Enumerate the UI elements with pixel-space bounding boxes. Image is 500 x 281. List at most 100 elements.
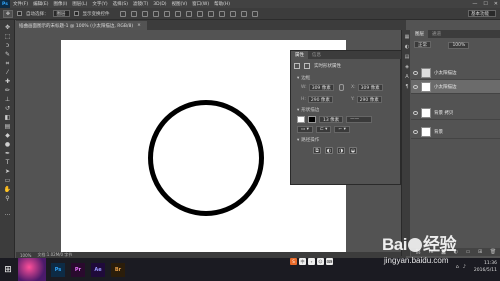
visibility-eye-icon[interactable] [413,70,418,75]
eraser-tool-icon[interactable]: ◧ [3,114,12,121]
circle-stroke-shape[interactable] [148,100,264,216]
visibility-eye-icon[interactable] [413,84,418,89]
distribute-top-icon[interactable] [185,10,192,17]
maximize-icon[interactable]: ☐ [483,1,487,7]
menu-edit[interactable]: 编辑(E) [33,1,48,7]
menu-window[interactable]: 窗口(W) [192,1,209,7]
blur-tool-icon[interactable]: ◆ [3,132,12,139]
zoom-tool-icon[interactable]: ⚲ [3,195,12,202]
swatches-panel-icon[interactable]: ▤ [404,54,410,60]
move-tool-icon[interactable]: ✥ [3,24,12,31]
intersect-shape-icon[interactable]: ◑ [337,147,345,154]
fill-swatch[interactable] [297,116,305,123]
brush-tool-icon[interactable]: ✏ [3,87,12,94]
section-path-ops[interactable]: ▾ 路径操作 [297,137,319,144]
adjustments-panel-icon[interactable]: ◈ [404,64,410,70]
layer-row[interactable]: 背景 拷贝 [411,106,500,120]
layer-row[interactable]: 背景 [411,125,500,139]
stroke-swatch[interactable] [308,116,316,123]
sogou-ime-icon[interactable]: S [290,258,297,265]
minimize-icon[interactable]: — [472,1,477,7]
menu-select[interactable]: 选择(S) [113,1,128,7]
pen-tool-icon[interactable]: ✒ [3,150,12,157]
x-field[interactable]: X: 309 像素 [351,84,383,91]
history-panel-icon[interactable]: ▦ [404,34,410,40]
gradient-tool-icon[interactable]: ▤ [3,123,12,130]
workspace-switcher[interactable]: 基本功能 [468,10,496,17]
align-middle-icon[interactable] [130,10,137,17]
align-center-icon[interactable] [163,10,170,17]
path-select-tool-icon[interactable]: ➤ [3,168,12,175]
color-panel-icon[interactable]: ◐ [404,44,410,50]
align-right-icon[interactable] [174,10,181,17]
auto-select-dropdown[interactable]: 图层 [52,10,70,17]
width-field[interactable]: W: 309 像素 [301,84,334,91]
opacity-field[interactable]: 100% [448,41,470,49]
subtract-shape-icon[interactable]: ◐ [325,147,333,154]
stroke-type-dropdown[interactable]: —— [346,116,373,123]
tab-layers[interactable]: 图层 [411,30,428,38]
menu-file[interactable]: 文件(F) [13,1,28,7]
lasso-tool-icon[interactable]: ↄ [3,42,12,49]
distribute-right-icon[interactable] [240,10,247,17]
crop-tool-icon[interactable]: ⌗ [3,60,12,67]
paragraph-panel-icon[interactable]: ¶ [404,84,410,90]
menu-layer[interactable]: 图层(L) [72,1,87,7]
align-top-icon[interactable] [119,10,126,17]
tab-info[interactable]: 信息 [308,51,325,59]
align-left-icon[interactable] [152,10,159,17]
menu-help[interactable]: 帮助(H) [214,1,230,7]
more-tools-icon[interactable]: … [3,210,12,217]
type-tool-icon[interactable]: T [3,159,12,166]
photoshop-app-icon[interactable]: Ps [51,262,65,277]
height-value[interactable]: 290 像素 [307,96,333,103]
exclude-shape-icon[interactable]: ◒ [349,147,357,154]
menu-view[interactable]: 视图(V) [172,1,188,7]
stroke-align-dropdown[interactable]: ▭ ▾ [297,126,313,133]
tab-properties[interactable]: 属性 [291,51,308,59]
auto-select-checkbox[interactable] [17,11,22,16]
menu-3d[interactable]: 3D(D) [153,2,166,7]
healing-tool-icon[interactable]: ✚ [3,78,12,85]
section-bounds[interactable]: ▾ 边框 [297,75,310,82]
eyedropper-tool-icon[interactable]: ⁄ [3,69,12,76]
visibility-eye-icon[interactable] [413,110,418,115]
marquee-tool-icon[interactable]: ⬚ [3,33,12,40]
stroke-caps-dropdown[interactable]: ⊏ ▾ [315,126,332,133]
status-zoom[interactable]: 100% [20,253,31,258]
ime-emoji-icon[interactable]: ☺ [317,258,324,265]
clone-stamp-tool-icon[interactable]: ⊥ [3,96,12,103]
distribute-bottom-icon[interactable] [207,10,214,17]
ime-mode-icon[interactable]: 中 [299,258,306,265]
move-tool-preset-icon[interactable]: ✥ [3,9,13,18]
layer-row[interactable]: 小太阳描边 [411,80,500,94]
wallpaper-app-icon[interactable] [18,258,46,281]
combine-shapes-icon[interactable]: ⧉ [313,147,321,154]
section-stroke[interactable]: ▾ 形状描边 [297,107,319,114]
character-panel-icon[interactable]: A [404,74,410,80]
ime-punct-icon[interactable]: ∘ [308,258,315,265]
blend-mode-dropdown[interactable]: 正常 [414,41,431,48]
dodge-tool-icon[interactable]: ● [3,141,12,148]
ime-keyboard-icon[interactable]: ⌨ [326,258,333,265]
tab-channels[interactable]: 通道 [428,30,445,38]
align-bottom-icon[interactable] [141,10,148,17]
bridge-app-icon[interactable]: Br [111,262,125,277]
close-icon[interactable]: ✕ [494,1,498,7]
quick-select-tool-icon[interactable]: ✎ [3,51,12,58]
menu-image[interactable]: 图像(I) [53,1,67,7]
document-tab[interactable]: 插曲画面图示的未标题-1 @ 100% (小太阳描边, RGB/8) × [16,21,147,30]
stroke-corners-dropdown[interactable]: ⌐ ▾ [334,126,350,133]
distribute-left-icon[interactable] [218,10,225,17]
hand-tool-icon[interactable]: ✋ [3,186,12,193]
auto-align-icon[interactable] [251,10,258,17]
shape-tool-icon[interactable]: ▭ [3,177,12,184]
link-icon[interactable] [339,84,344,91]
premiere-app-icon[interactable]: Pr [71,262,85,277]
layer-row[interactable]: 小太阳描边 [411,66,500,80]
windows-start-icon[interactable]: ⊞ [0,258,16,281]
y-value[interactable]: 290 像素 [356,96,382,103]
height-field[interactable]: H: 290 像素 [301,96,333,103]
menu-type[interactable]: 文字(Y) [92,1,107,7]
menu-filter[interactable]: 滤镜(T) [133,1,148,7]
